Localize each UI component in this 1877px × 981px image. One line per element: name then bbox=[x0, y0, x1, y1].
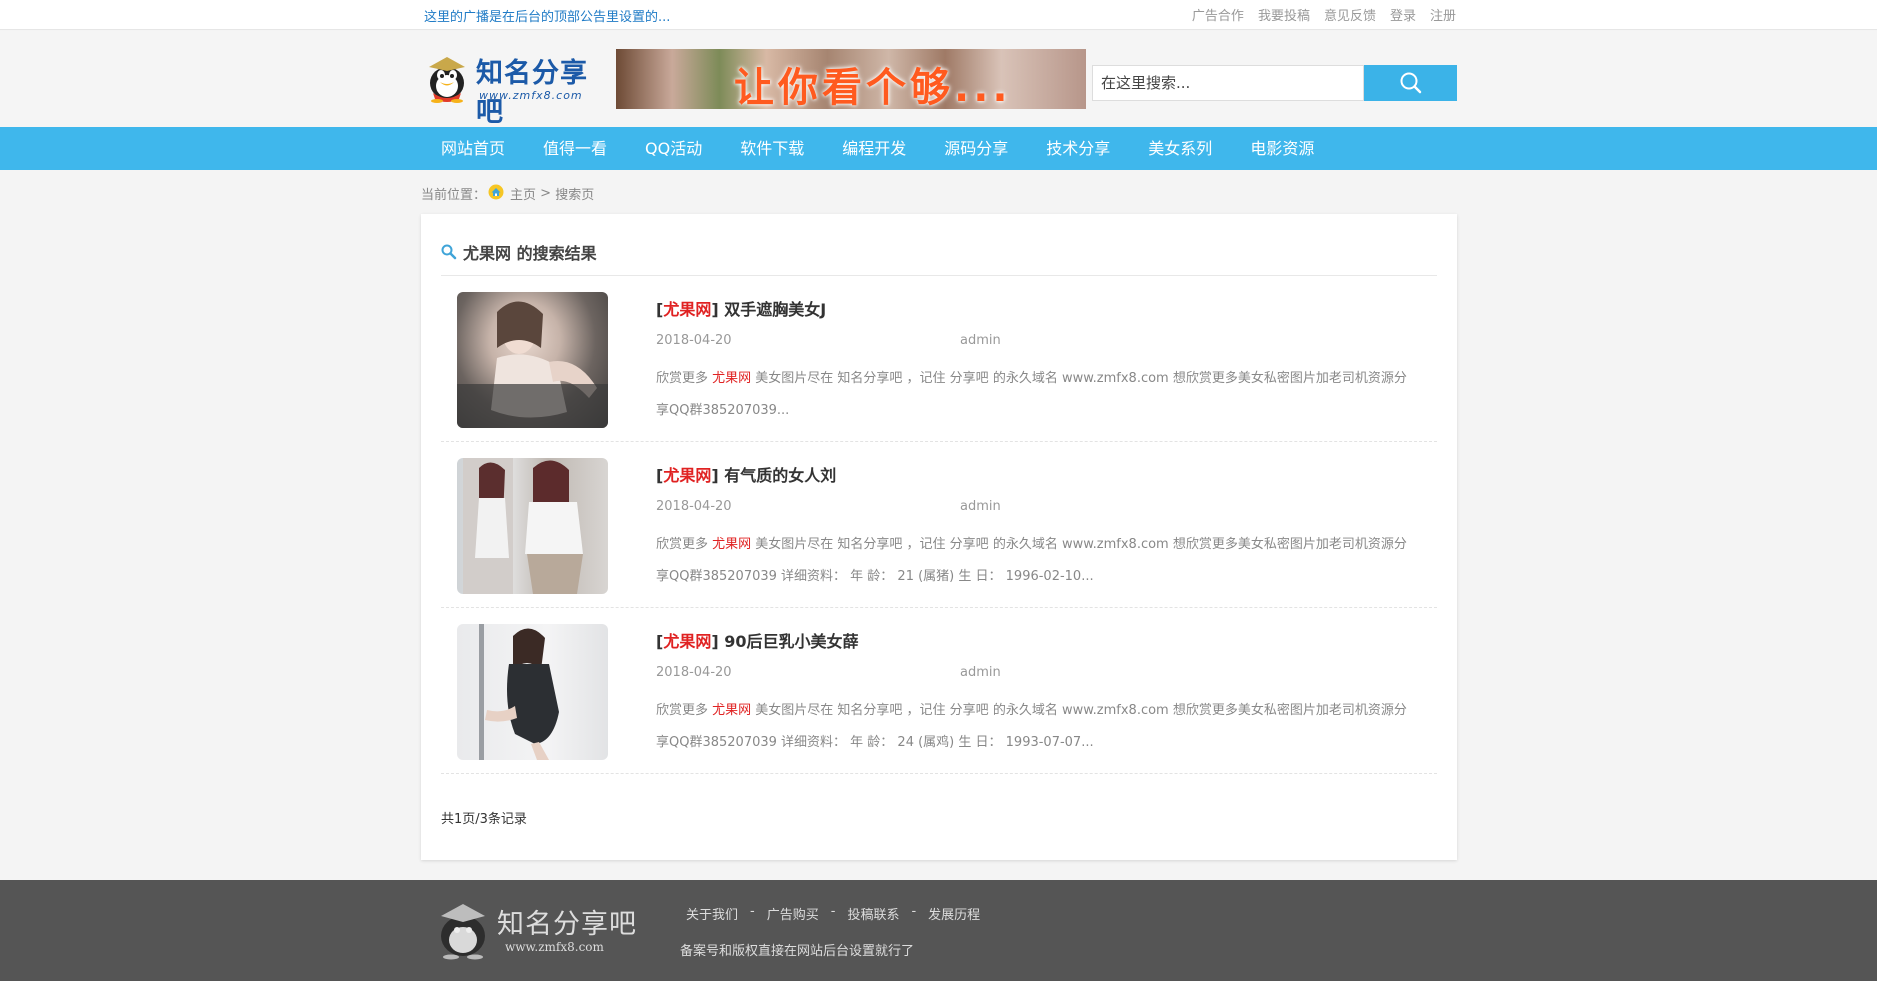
ad-purchase-link[interactable]: 广告购买 bbox=[767, 904, 819, 923]
footer-logo[interactable]: 知名分享吧 www.zmfx8.com bbox=[433, 900, 643, 960]
result-date: 2018-04-20 bbox=[656, 499, 732, 514]
result-keyword-highlight: 尤果网 bbox=[663, 632, 712, 651]
home-icon bbox=[488, 184, 504, 199]
result-description: 欣赏更多 尤果网 美女图片尽在 知名分享吧 ，记住 分享吧 的永久域名 www.… bbox=[656, 537, 1407, 584]
result-keyword-highlight: 尤果网 bbox=[663, 300, 712, 319]
result-title-link[interactable]: [尤果网] 90后巨乳小美女薛 bbox=[656, 628, 859, 652]
result-title-text: 有气质的女人刘 bbox=[724, 466, 837, 485]
result-author: admin bbox=[960, 499, 1001, 514]
top-bar: 这里的广播是在后台的顶部公告里设置的... 广告合作 我要投稿 意见反馈 登录 … bbox=[0, 0, 1877, 30]
result-author: admin bbox=[960, 333, 1001, 348]
ad-cooperation-link[interactable]: 广告合作 bbox=[1192, 5, 1244, 24]
result-author: admin bbox=[960, 665, 1001, 680]
breadcrumb: 当前位置： 主页 > 搜索页 bbox=[421, 184, 594, 203]
ad-banner[interactable]: 让你看个够... bbox=[616, 49, 1086, 109]
search-input[interactable] bbox=[1092, 65, 1364, 101]
nav-item-movies[interactable]: 电影资源 bbox=[1231, 127, 1333, 170]
nav-item-qq-activity[interactable]: QQ活动 bbox=[626, 127, 721, 170]
main-nav: 网站首页 值得一看 QQ活动 软件下载 编程开发 源码分享 技术分享 美女系列 … bbox=[0, 127, 1877, 170]
footer-copyright: 备案号和版权直接在网站后台设置就行了 bbox=[680, 944, 915, 959]
nav-item-beauty[interactable]: 美女系列 bbox=[1129, 127, 1231, 170]
nav-item-software[interactable]: 软件下载 bbox=[721, 127, 823, 170]
nav-item-tech[interactable]: 技术分享 bbox=[1027, 127, 1129, 170]
result-keyword-highlight: 尤果网 bbox=[663, 466, 712, 485]
header: 知名分享吧 www.zmfx8.com 让你看个够... bbox=[0, 31, 1877, 128]
photo-placeholder-icon bbox=[479, 624, 559, 760]
footer-separator: - bbox=[830, 904, 836, 919]
breadcrumb-prefix: 当前位置： bbox=[421, 188, 487, 203]
result-thumbnail[interactable] bbox=[457, 292, 608, 428]
footer-logo-url: www.zmfx8.com bbox=[505, 940, 604, 954]
result-title-text: 双手遮胸美女J bbox=[724, 300, 827, 319]
breadcrumb-home-link[interactable]: 主页 bbox=[510, 184, 536, 203]
penguin-logo-icon bbox=[441, 904, 485, 960]
footer-logo-text: 知名分享吧 bbox=[497, 909, 637, 940]
pagination-info: 共1页/3条记录 bbox=[441, 812, 527, 827]
nav-item-home[interactable]: 网站首页 bbox=[421, 127, 524, 170]
about-us-link[interactable]: 关于我们 bbox=[686, 904, 738, 923]
desc-keyword-highlight: 尤果网 bbox=[712, 371, 752, 386]
search-box bbox=[1092, 65, 1457, 101]
nav-item-source-code[interactable]: 源码分享 bbox=[925, 127, 1027, 170]
submit-post-link[interactable]: 我要投稿 bbox=[1258, 5, 1310, 24]
result-item: [尤果网] 双手遮胸美女J 2018-04-20 admin 欣赏更多 尤果网 … bbox=[441, 276, 1437, 442]
result-description: 欣赏更多 尤果网 美女图片尽在 知名分享吧 ，记住 分享吧 的永久域名 www.… bbox=[656, 371, 1407, 418]
register-link[interactable]: 注册 bbox=[1430, 5, 1456, 24]
desc-keyword-highlight: 尤果网 bbox=[712, 703, 752, 718]
search-button[interactable] bbox=[1364, 65, 1457, 101]
login-link[interactable]: 登录 bbox=[1390, 5, 1416, 24]
site-logo[interactable]: 知名分享吧 www.zmfx8.com bbox=[421, 49, 601, 128]
footer-links: 关于我们 - 广告购买 - 投稿联系 - 发展历程 bbox=[686, 904, 980, 923]
result-thumbnail[interactable] bbox=[457, 624, 608, 760]
photo-placeholder-icon bbox=[457, 301, 608, 428]
desc-keyword-highlight: 尤果网 bbox=[712, 537, 752, 552]
top-links: 广告合作 我要投稿 意见反馈 登录 注册 bbox=[1192, 5, 1456, 24]
history-link[interactable]: 发展历程 bbox=[928, 904, 980, 923]
result-title-link[interactable]: [尤果网] 双手遮胸美女J bbox=[656, 296, 826, 320]
contribute-contact-link[interactable]: 投稿联系 bbox=[847, 904, 899, 923]
magnifier-icon bbox=[441, 244, 457, 260]
search-icon bbox=[1400, 72, 1422, 94]
footer-separator: - bbox=[911, 904, 917, 919]
result-description: 欣赏更多 尤果网 美女图片尽在 知名分享吧 ，记住 分享吧 的永久域名 www.… bbox=[656, 703, 1407, 750]
announcement-link[interactable]: 这里的广播是在后台的顶部公告里设置的... bbox=[424, 6, 670, 25]
results-title-suffix: 的搜索结果 bbox=[511, 244, 597, 263]
breadcrumb-current: 搜索页 bbox=[555, 188, 595, 203]
result-date: 2018-04-20 bbox=[656, 665, 732, 680]
nav-item-worth-seeing[interactable]: 值得一看 bbox=[524, 127, 626, 170]
results-keyword: 尤果网 bbox=[463, 244, 512, 263]
footer-separator: - bbox=[750, 904, 755, 919]
results-heading: 尤果网 的搜索结果 bbox=[441, 240, 597, 264]
logo-url: www.zmfx8.com bbox=[479, 89, 583, 102]
search-results-panel: 尤果网 的搜索结果 [尤果网] 双手遮胸美女J 2018-04-20 admin… bbox=[421, 214, 1457, 860]
footer: 知名分享吧 www.zmfx8.com 关于我们 - 广告购买 - 投稿联系 -… bbox=[0, 880, 1877, 981]
photo-placeholder-icon bbox=[463, 458, 583, 594]
result-thumbnail[interactable] bbox=[457, 458, 608, 594]
penguin-logo-icon bbox=[429, 57, 465, 103]
result-item: [尤果网] 90后巨乳小美女薛 2018-04-20 admin 欣赏更多 尤果… bbox=[441, 608, 1437, 774]
result-item: [尤果网] 有气质的女人刘 2018-04-20 admin 欣赏更多 尤果网 … bbox=[441, 442, 1437, 608]
result-date: 2018-04-20 bbox=[656, 333, 732, 348]
banner-text: 让你看个够... bbox=[734, 65, 1012, 109]
nav-item-programming[interactable]: 编程开发 bbox=[823, 127, 925, 170]
result-title-text: 90后巨乳小美女薛 bbox=[724, 632, 859, 651]
result-title-link[interactable]: [尤果网] 有气质的女人刘 bbox=[656, 462, 836, 486]
breadcrumb-separator: > bbox=[536, 186, 556, 201]
feedback-link[interactable]: 意见反馈 bbox=[1324, 5, 1376, 24]
